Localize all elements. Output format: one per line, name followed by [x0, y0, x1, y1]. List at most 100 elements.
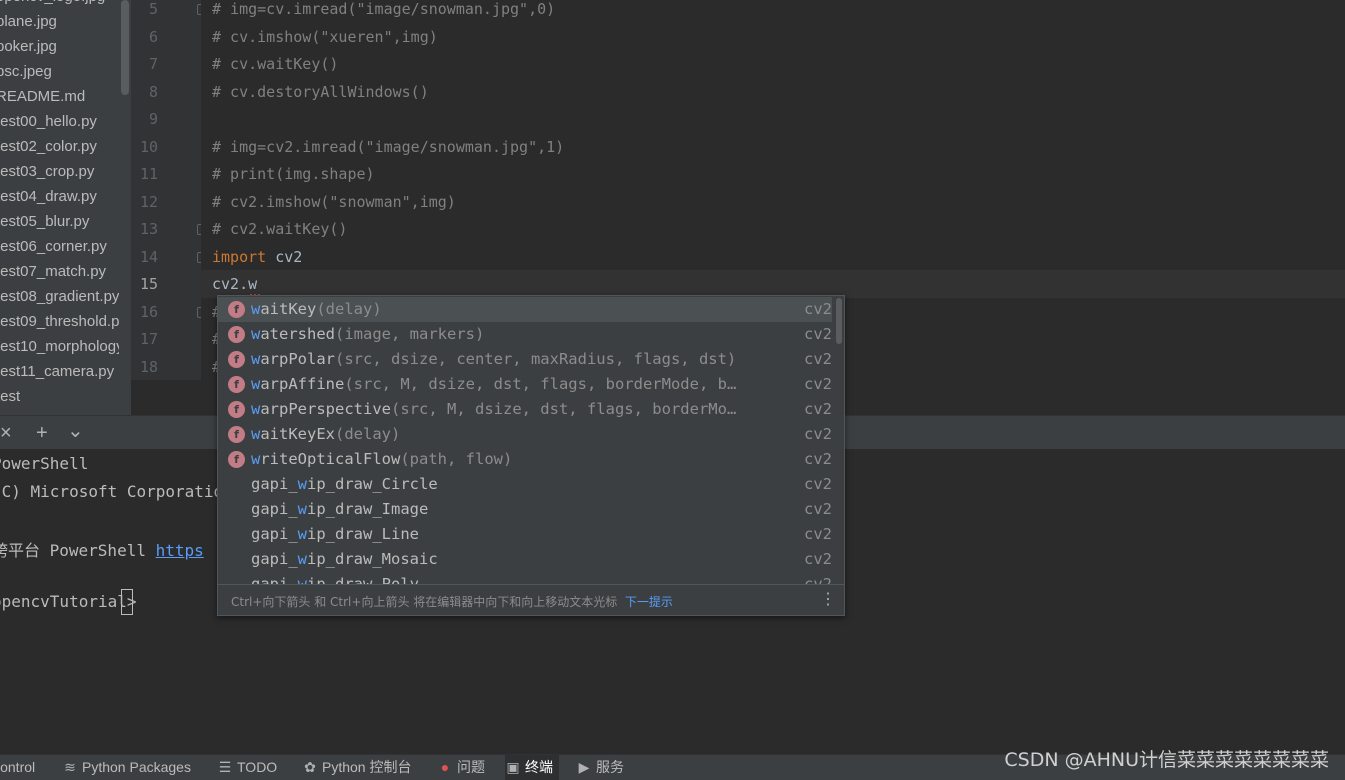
file-tree-item[interactable]: test07_match.py: [0, 259, 106, 284]
completion-label: watershed(image, markers): [251, 322, 484, 347]
completion-item[interactable]: gapi_wip_draw_Line cv2: [218, 522, 832, 547]
completion-match: w: [297, 475, 308, 493]
completion-params: (src, M, dsize, dst, flags, borderMode, …: [344, 375, 737, 393]
completion-item[interactable]: gapi_wip_draw_Circle cv2: [218, 472, 832, 497]
file-tree-scrollbar[interactable]: [119, 0, 131, 415]
chevron-down-icon[interactable]: ⌄: [67, 418, 84, 443]
code-completion-popup[interactable]: f waitKey(delay) cv2 f watershed(image, mark…: [217, 295, 845, 616]
file-tree-item[interactable]: test05_blur.py: [0, 209, 89, 234]
completion-label: gapi_wip_draw_Image: [251, 497, 428, 522]
completion-item[interactable]: f warpAffine(src, M, dsize, dst, flags, b…: [218, 372, 832, 397]
close-icon[interactable]: ×: [0, 422, 12, 445]
terminal-text: 跨平台 PowerShell: [0, 541, 156, 560]
completion-name: aitKeyEx: [260, 425, 335, 443]
file-tree-item[interactable]: poker.jpg: [0, 34, 57, 59]
completion-item[interactable]: f warpPerspective(src, M, dsize, dst, fla…: [218, 397, 832, 422]
scrollbar-thumb[interactable]: [121, 0, 129, 95]
completion-item[interactable]: f waitKeyEx(delay) cv2: [218, 422, 832, 447]
completion-name: atershed: [260, 325, 335, 343]
file-tree-item[interactable]: test00_hello.py: [0, 109, 97, 134]
completion-module: cv2: [804, 500, 832, 518]
file-tree-item[interactable]: test08_gradient.py: [0, 284, 119, 309]
completion-match: w: [251, 300, 261, 318]
completion-item[interactable]: gapi_wip_draw_Mosaic cv2: [218, 547, 832, 572]
tool-window-problem[interactable]: ● 问题: [437, 755, 485, 780]
tool-window-python[interactable]: ✿ Python 控制台: [302, 755, 411, 780]
file-tree-item[interactable]: plane.jpg: [0, 9, 57, 34]
completion-prefix: gapi_: [251, 500, 298, 518]
completion-module: cv2: [804, 425, 832, 443]
completion-module: cv2: [804, 375, 832, 393]
file-tree-item[interactable]: psc.jpeg: [0, 59, 52, 84]
tool-window-label: 终端: [525, 759, 553, 775]
line-number: 18: [139, 357, 158, 376]
completion-label: waitKeyEx(delay): [251, 422, 400, 447]
file-tree-item[interactable]: test02_color.py: [0, 134, 97, 159]
tool-window-list[interactable]: ☰ TODO: [217, 755, 277, 780]
file-tree-item[interactable]: test06_corner.py: [0, 234, 107, 259]
terminal-icon: ▣: [506, 759, 520, 775]
play-icon: ▶: [578, 759, 590, 775]
line-number: 13: [139, 220, 158, 238]
file-tree-item[interactable]: test03_crop.py: [0, 159, 94, 184]
completion-label: writeOpticalFlow(path, flow): [251, 447, 512, 472]
completion-item[interactable]: f waitKey(delay) cv2: [218, 297, 832, 322]
completion-item[interactable]: f warpPolar(src, dsize, center, maxRadius…: [218, 347, 832, 372]
tool-window-label: Python 控制台: [322, 759, 412, 775]
line-number: 8: [148, 82, 158, 101]
completion-name: ip_draw_Mosaic: [307, 550, 438, 568]
completion-module: cv2: [804, 325, 832, 343]
completion-item[interactable]: f watershed(image, markers) cv2: [218, 322, 832, 347]
line-number: 15: [139, 275, 158, 293]
completion-name: aitKey: [260, 300, 317, 318]
file-tree-item[interactable]: test11_camera.py: [0, 359, 114, 384]
file-tree-item[interactable]: test09_threshold.py: [0, 309, 119, 334]
completion-name: arpPerspective: [260, 400, 391, 418]
completion-item[interactable]: f writeOpticalFlow(path, flow) cv2: [218, 447, 832, 472]
line-number: 10: [139, 137, 158, 156]
line-number: 9: [148, 110, 158, 128]
tool-window-play[interactable]: ▶ 服务: [576, 755, 624, 780]
code-text: cv2: [266, 247, 303, 266]
completion-scrollbar[interactable]: [836, 298, 842, 344]
file-tree-item[interactable]: opencv_logo.jpg: [0, 0, 105, 9]
function-icon: f: [228, 451, 245, 468]
tool-window-version-control[interactable]: Control: [0, 755, 35, 780]
completion-params: (path, flow): [400, 450, 513, 468]
file-tree-item[interactable]: test10_morphology.py: [0, 334, 119, 359]
completion-prefix: gapi_: [251, 550, 298, 568]
terminal-link[interactable]: https: [156, 541, 204, 560]
completion-match: w: [251, 400, 261, 418]
terminal-cursor: [121, 589, 133, 615]
completion-name: ip_draw_Circle: [307, 475, 438, 493]
tool-window-terminal[interactable]: ▣ 终端: [505, 755, 559, 780]
file-tree-item[interactable]: test04_draw.py: [0, 184, 97, 209]
code-line: # cv2.imshow("snowman",img): [212, 192, 456, 211]
function-icon: f: [228, 426, 245, 443]
completion-label: warpAffine(src, M, dsize, dst, flags, bo…: [251, 372, 736, 397]
completion-label: warpPolar(src, dsize, center, maxRadius,…: [251, 347, 736, 372]
completion-match: w: [251, 350, 261, 368]
completion-match: w: [297, 500, 308, 518]
code-line: # print(img.shape): [212, 165, 375, 183]
function-icon: f: [228, 376, 245, 393]
completion-match: w: [251, 450, 261, 468]
file-tree-item[interactable]: test: [0, 384, 20, 409]
line-number: 7: [148, 55, 158, 73]
add-terminal-icon[interactable]: +: [36, 422, 48, 445]
terminal-line: PowerShell: [0, 454, 89, 473]
more-options-icon[interactable]: ⋮: [820, 589, 836, 608]
function-icon: f: [228, 401, 245, 418]
tool-window-label: Control: [0, 759, 36, 775]
file-tree-item[interactable]: README.md: [0, 84, 85, 109]
next-tip-link[interactable]: 下一提示: [625, 595, 673, 609]
project-file-tree: opencv_logo.jpgplane.jpgpoker.jpgpsc.jpe…: [0, 0, 119, 415]
function-icon: f: [228, 301, 245, 318]
completion-label: warpPerspective(src, M, dsize, dst, flag…: [251, 397, 736, 422]
completion-params: (delay): [316, 300, 382, 318]
completion-name: arpAffine: [260, 375, 345, 393]
tool-window-label: 服务: [596, 759, 624, 775]
code-line: # img=cv.imread("image/snowman.jpg",0): [212, 0, 556, 18]
tool-window-layers[interactable]: ≋ Python Packages: [62, 755, 191, 780]
completion-item[interactable]: gapi_wip_draw_Image cv2: [218, 497, 832, 522]
